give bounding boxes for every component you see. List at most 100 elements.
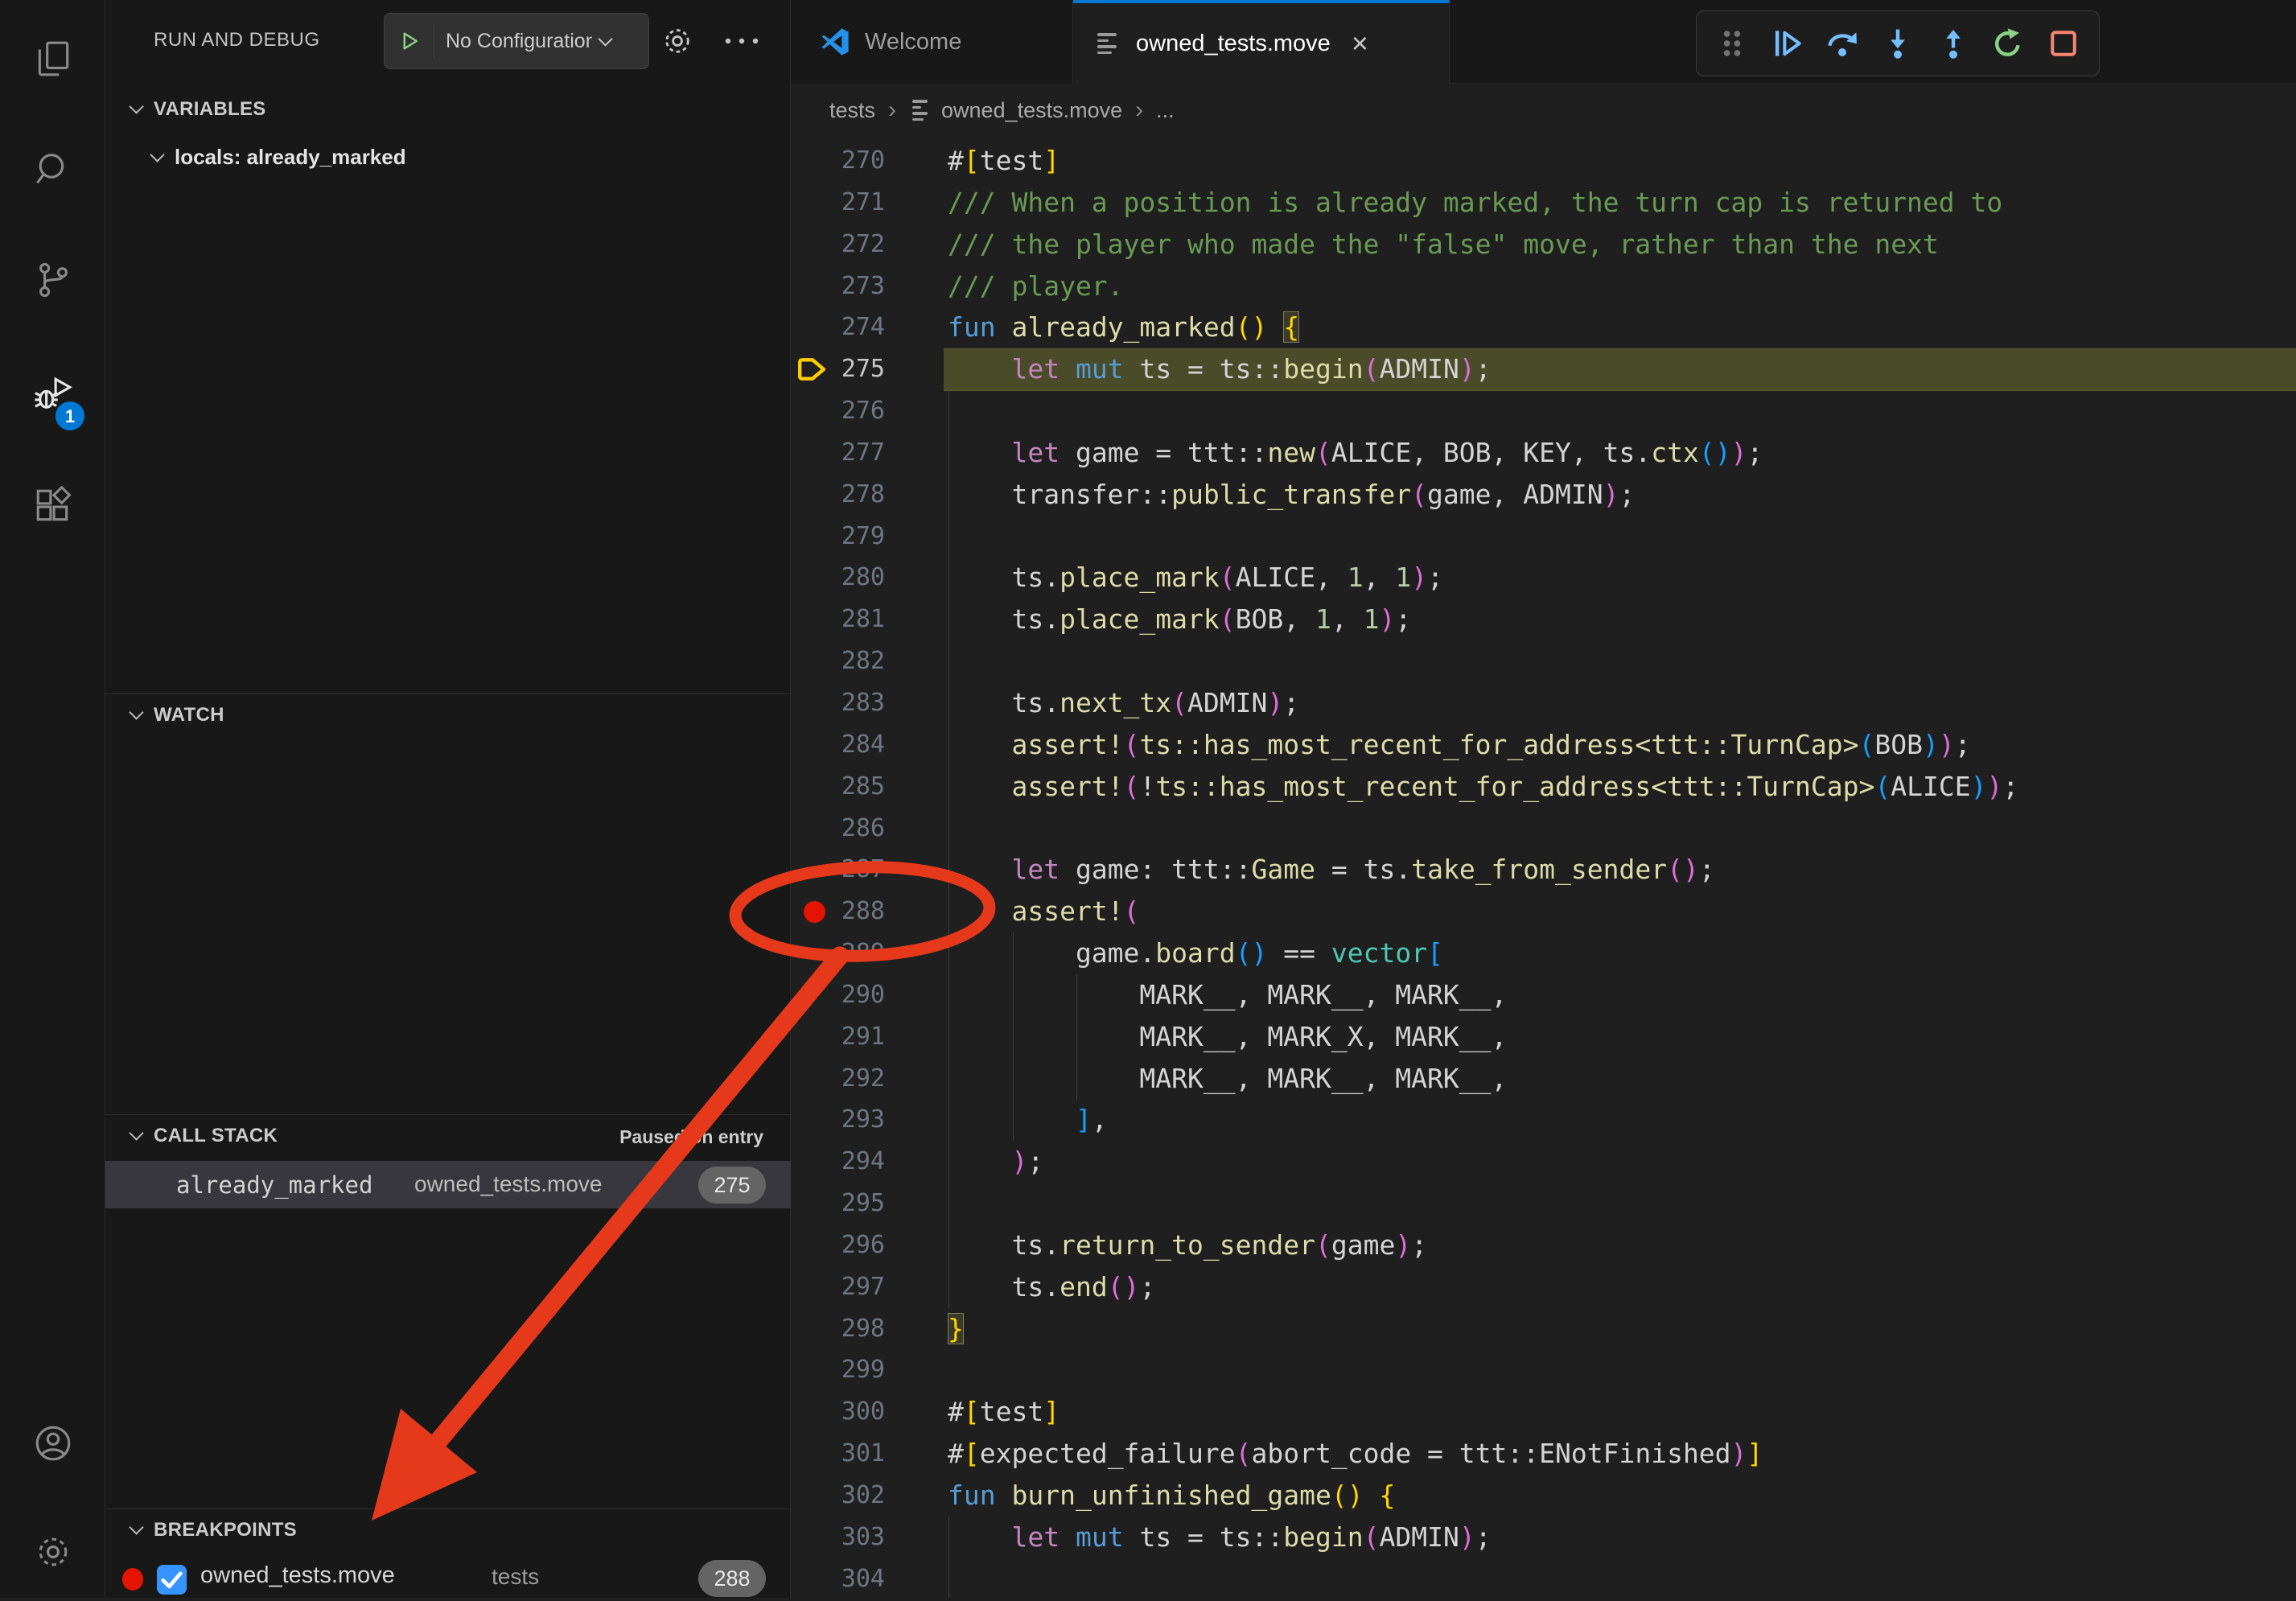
restart-icon[interactable] bbox=[1990, 26, 2026, 61]
breakpoint-checkbox[interactable] bbox=[157, 1565, 187, 1595]
line-number[interactable]: 301 bbox=[837, 1433, 885, 1475]
breakpoint-gutter[interactable] bbox=[791, 1183, 837, 1224]
breakpoint-gutter[interactable] bbox=[791, 1099, 837, 1141]
line-number[interactable]: 281 bbox=[837, 599, 885, 640]
line-number[interactable]: 276 bbox=[837, 390, 885, 432]
settings-gear-icon[interactable] bbox=[33, 1532, 73, 1572]
call-stack-frame-row[interactable]: already_marked owned_tests.move 275 bbox=[105, 1161, 791, 1208]
drag-grip-icon[interactable] bbox=[1714, 26, 1750, 61]
breakpoint-gutter[interactable] bbox=[791, 224, 837, 265]
step-into-icon[interactable] bbox=[1880, 26, 1915, 61]
line-number[interactable]: 303 bbox=[837, 1517, 885, 1558]
breakpoint-gutter[interactable] bbox=[791, 1517, 837, 1558]
breadcrumb-more[interactable]: ... bbox=[1156, 98, 1175, 123]
line-number[interactable]: 297 bbox=[837, 1266, 885, 1308]
line-number[interactable]: 291 bbox=[837, 1016, 885, 1058]
breakpoint-gutter[interactable] bbox=[791, 432, 837, 474]
breakpoints-section-header[interactable]: BREAKPOINTS bbox=[105, 1508, 791, 1550]
line-number[interactable]: 270 bbox=[837, 140, 885, 182]
breakpoint-gutter[interactable] bbox=[791, 766, 837, 808]
line-number[interactable]: 275 bbox=[837, 348, 885, 390]
breakpoint-gutter[interactable] bbox=[791, 1141, 837, 1183]
line-number[interactable]: 299 bbox=[837, 1349, 885, 1391]
breakpoint-gutter[interactable] bbox=[791, 557, 837, 599]
breakpoint-gutter[interactable] bbox=[791, 1433, 837, 1475]
breakpoint-gutter[interactable] bbox=[791, 1391, 837, 1433]
breakpoint-gutter[interactable] bbox=[791, 182, 837, 224]
files-icon[interactable] bbox=[33, 39, 73, 79]
breakpoint-gutter[interactable] bbox=[791, 974, 837, 1016]
breakpoint-gutter[interactable] bbox=[791, 1266, 837, 1308]
breakpoint-gutter[interactable] bbox=[791, 599, 837, 640]
call-stack-section-header[interactable]: CALL STACK Paused on entry bbox=[105, 1114, 791, 1156]
line-number[interactable]: 283 bbox=[837, 682, 885, 724]
breakpoint-gutter[interactable] bbox=[791, 682, 837, 724]
tab-owned-tests-move[interactable]: owned_tests.move × bbox=[1073, 0, 1450, 84]
watch-section-header[interactable]: WATCH bbox=[105, 693, 791, 735]
debug-configuration-dropdown[interactable]: No Configurations bbox=[384, 13, 649, 69]
variables-section-header[interactable]: VARIABLES bbox=[105, 88, 791, 130]
line-number[interactable]: 279 bbox=[837, 516, 885, 558]
breakpoint-gutter[interactable] bbox=[791, 390, 837, 432]
line-number[interactable]: 294 bbox=[837, 1141, 885, 1183]
breakpoint-dot-icon[interactable] bbox=[804, 901, 825, 923]
breakpoint-gutter[interactable] bbox=[791, 474, 837, 516]
account-icon[interactable] bbox=[33, 1423, 73, 1463]
start-debug-button[interactable] bbox=[385, 23, 434, 59]
variables-scope-row[interactable]: locals: already_marked bbox=[105, 135, 791, 180]
step-over-icon[interactable] bbox=[1825, 26, 1860, 61]
more-actions-icon[interactable] bbox=[723, 32, 760, 50]
line-number[interactable]: 273 bbox=[837, 265, 885, 307]
breakpoint-gutter[interactable] bbox=[791, 849, 837, 891]
breakpoint-gutter[interactable] bbox=[791, 891, 837, 932]
line-number[interactable]: 286 bbox=[837, 808, 885, 850]
line-number[interactable]: 298 bbox=[837, 1308, 885, 1350]
line-number[interactable]: 272 bbox=[837, 224, 885, 265]
breakpoint-gutter[interactable] bbox=[791, 348, 837, 390]
gear-icon[interactable] bbox=[660, 24, 694, 58]
breakpoint-gutter[interactable] bbox=[791, 1224, 837, 1266]
tab-welcome[interactable]: Welcome bbox=[791, 0, 1073, 84]
breakpoint-gutter[interactable] bbox=[791, 640, 837, 682]
close-icon[interactable]: × bbox=[1352, 27, 1368, 60]
breadcrumb[interactable]: tests › owned_tests.move › ... bbox=[791, 84, 2296, 137]
source-control-icon[interactable] bbox=[33, 260, 73, 300]
search-icon[interactable] bbox=[33, 150, 73, 190]
line-number[interactable]: 304 bbox=[837, 1558, 885, 1600]
line-number[interactable]: 300 bbox=[837, 1391, 885, 1433]
breakpoint-list-item[interactable]: owned_tests.move tests 288 bbox=[105, 1558, 791, 1601]
breakpoint-gutter[interactable] bbox=[791, 1058, 837, 1100]
code-editor[interactable]: 270#[test]271/// When a position is alre… bbox=[791, 137, 2296, 1598]
breakpoint-gutter[interactable] bbox=[791, 1558, 837, 1600]
line-number[interactable]: 278 bbox=[837, 474, 885, 516]
breadcrumb-folder[interactable]: tests bbox=[829, 98, 875, 123]
step-out-icon[interactable] bbox=[1936, 26, 1971, 61]
line-number[interactable]: 271 bbox=[837, 182, 885, 224]
breakpoint-gutter[interactable] bbox=[791, 1475, 837, 1517]
line-number[interactable]: 296 bbox=[837, 1224, 885, 1266]
line-number[interactable]: 277 bbox=[837, 432, 885, 474]
line-number[interactable]: 289 bbox=[837, 932, 885, 974]
breakpoint-gutter[interactable] bbox=[791, 140, 837, 182]
line-number[interactable]: 295 bbox=[837, 1183, 885, 1224]
breakpoint-gutter[interactable] bbox=[791, 808, 837, 850]
line-number[interactable]: 274 bbox=[837, 307, 885, 348]
breakpoint-gutter[interactable] bbox=[791, 265, 837, 307]
breakpoint-gutter[interactable] bbox=[791, 516, 837, 558]
line-number[interactable]: 292 bbox=[837, 1058, 885, 1100]
line-number[interactable]: 287 bbox=[837, 849, 885, 891]
breakpoint-gutter[interactable] bbox=[791, 724, 837, 766]
line-number[interactable]: 280 bbox=[837, 557, 885, 599]
continue-icon[interactable] bbox=[1770, 26, 1805, 61]
line-number[interactable]: 290 bbox=[837, 974, 885, 1016]
line-number[interactable]: 293 bbox=[837, 1099, 885, 1141]
breadcrumb-file[interactable]: owned_tests.move bbox=[941, 98, 1122, 123]
breakpoint-gutter[interactable] bbox=[791, 1308, 837, 1350]
line-number[interactable]: 284 bbox=[837, 724, 885, 766]
breakpoint-gutter[interactable] bbox=[791, 932, 837, 974]
line-number[interactable]: 302 bbox=[837, 1475, 885, 1517]
line-number[interactable]: 288 bbox=[837, 891, 885, 932]
line-number[interactable]: 282 bbox=[837, 640, 885, 682]
line-number[interactable]: 285 bbox=[837, 766, 885, 808]
breakpoint-gutter[interactable] bbox=[791, 307, 837, 348]
